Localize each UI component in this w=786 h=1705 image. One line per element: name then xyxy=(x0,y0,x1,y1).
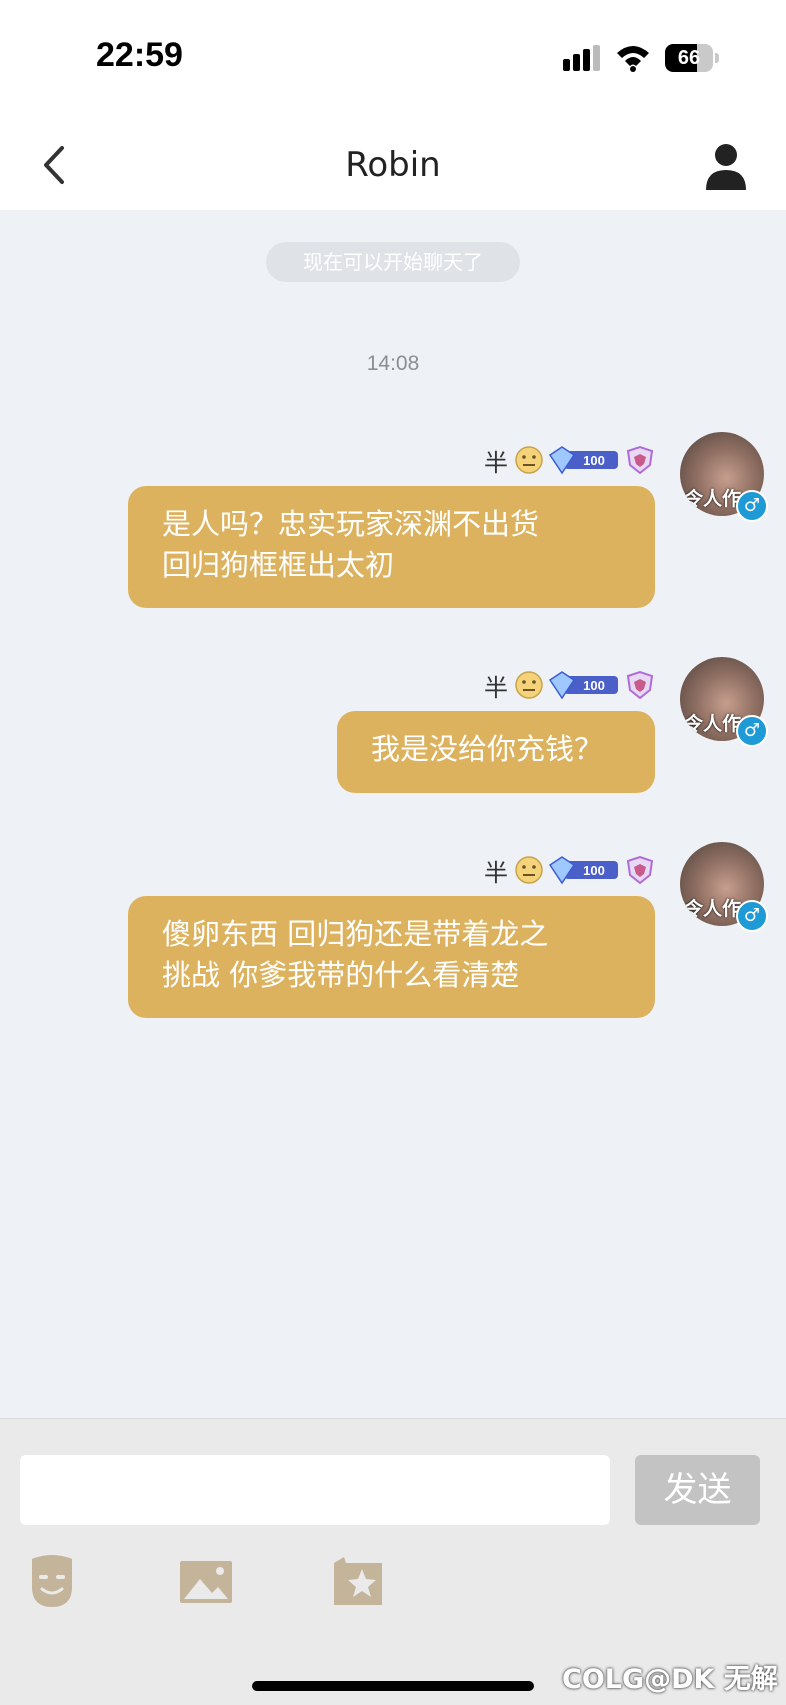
level-badge-icon: 100 xyxy=(548,446,618,475)
neutral-face-icon xyxy=(515,856,543,884)
level-badge-icon: 100 xyxy=(548,671,618,700)
male-icon: ♂ xyxy=(736,900,768,932)
nav-bar: Robin xyxy=(0,120,786,210)
battery-indicator: 66 xyxy=(665,44,719,72)
level-badge-text: 100 xyxy=(583,863,605,878)
neutral-face-icon xyxy=(515,671,543,699)
emblem-icon xyxy=(626,445,654,475)
sender-line: 半 100 xyxy=(484,440,656,480)
chevron-left-icon[interactable] xyxy=(34,140,78,190)
avatar-caption: 令人作 xyxy=(684,488,742,510)
cellular-signal-icon xyxy=(563,45,600,71)
person-icon[interactable] xyxy=(700,140,752,192)
message-timestamp: 14:08 xyxy=(366,352,420,375)
message-text: 回归狗框框出太初 xyxy=(162,548,395,582)
input-area: 发送 COLG@DK 无解 xyxy=(0,1418,786,1705)
watermark: COLG@DK 无解 xyxy=(562,1664,778,1695)
message-text: 我是没给你充钱？ xyxy=(371,732,604,766)
message-bubble[interactable]: 是人吗？忠实玩家深渊不出货 回归狗框框出太初 xyxy=(128,486,655,608)
male-icon: ♂ xyxy=(736,715,768,747)
send-button[interactable]: 发送 xyxy=(635,1455,760,1525)
level-badge-text: 100 xyxy=(583,678,605,693)
image-icon[interactable] xyxy=(178,1553,234,1609)
sticker-face-icon[interactable] xyxy=(24,1553,80,1609)
message-bubble[interactable]: 傻卵东西 回归狗还是带着龙之 挑战 你爹我带的什么看清楚 xyxy=(128,896,655,1018)
sender-line: 半 100 xyxy=(484,665,656,705)
message-text: 挑战 你爹我带的什么看清楚 xyxy=(162,958,520,992)
message-bubble[interactable]: 我是没给你充钱？ xyxy=(337,711,655,793)
message-text: 傻卵东西 回归狗还是带着龙之 xyxy=(162,917,549,951)
chat-area[interactable]: 现在可以开始聊天了 14:08 半 100 令人作 ♂ 是人吗？忠实玩家深渊不出… xyxy=(0,210,786,1418)
avatar-caption: 令人作 xyxy=(684,713,742,735)
message-input[interactable] xyxy=(20,1455,610,1525)
wifi-icon xyxy=(617,46,649,72)
status-time: 22:59 xyxy=(96,36,183,74)
avatar-caption: 令人作 xyxy=(684,898,742,920)
message-text: 是人吗？忠实玩家深渊不出货 xyxy=(162,507,540,541)
sender-line: 半 100 xyxy=(484,850,656,890)
system-notice: 现在可以开始聊天了 xyxy=(266,242,520,282)
sender-name: 半 xyxy=(484,448,508,477)
neutral-face-icon xyxy=(515,446,543,474)
sender-name: 半 xyxy=(484,858,508,887)
emblem-icon xyxy=(626,670,654,700)
home-indicator xyxy=(252,1681,534,1691)
male-icon: ♂ xyxy=(736,490,768,522)
level-badge-text: 100 xyxy=(583,453,605,468)
level-badge-icon: 100 xyxy=(548,856,618,885)
battery-level-text: 66 xyxy=(677,47,701,69)
page-title: Robin xyxy=(345,145,441,185)
status-bar: 22:59 66 xyxy=(0,0,786,120)
media-star-icon[interactable] xyxy=(330,1553,386,1609)
sender-name: 半 xyxy=(484,673,508,702)
emblem-icon xyxy=(626,855,654,885)
